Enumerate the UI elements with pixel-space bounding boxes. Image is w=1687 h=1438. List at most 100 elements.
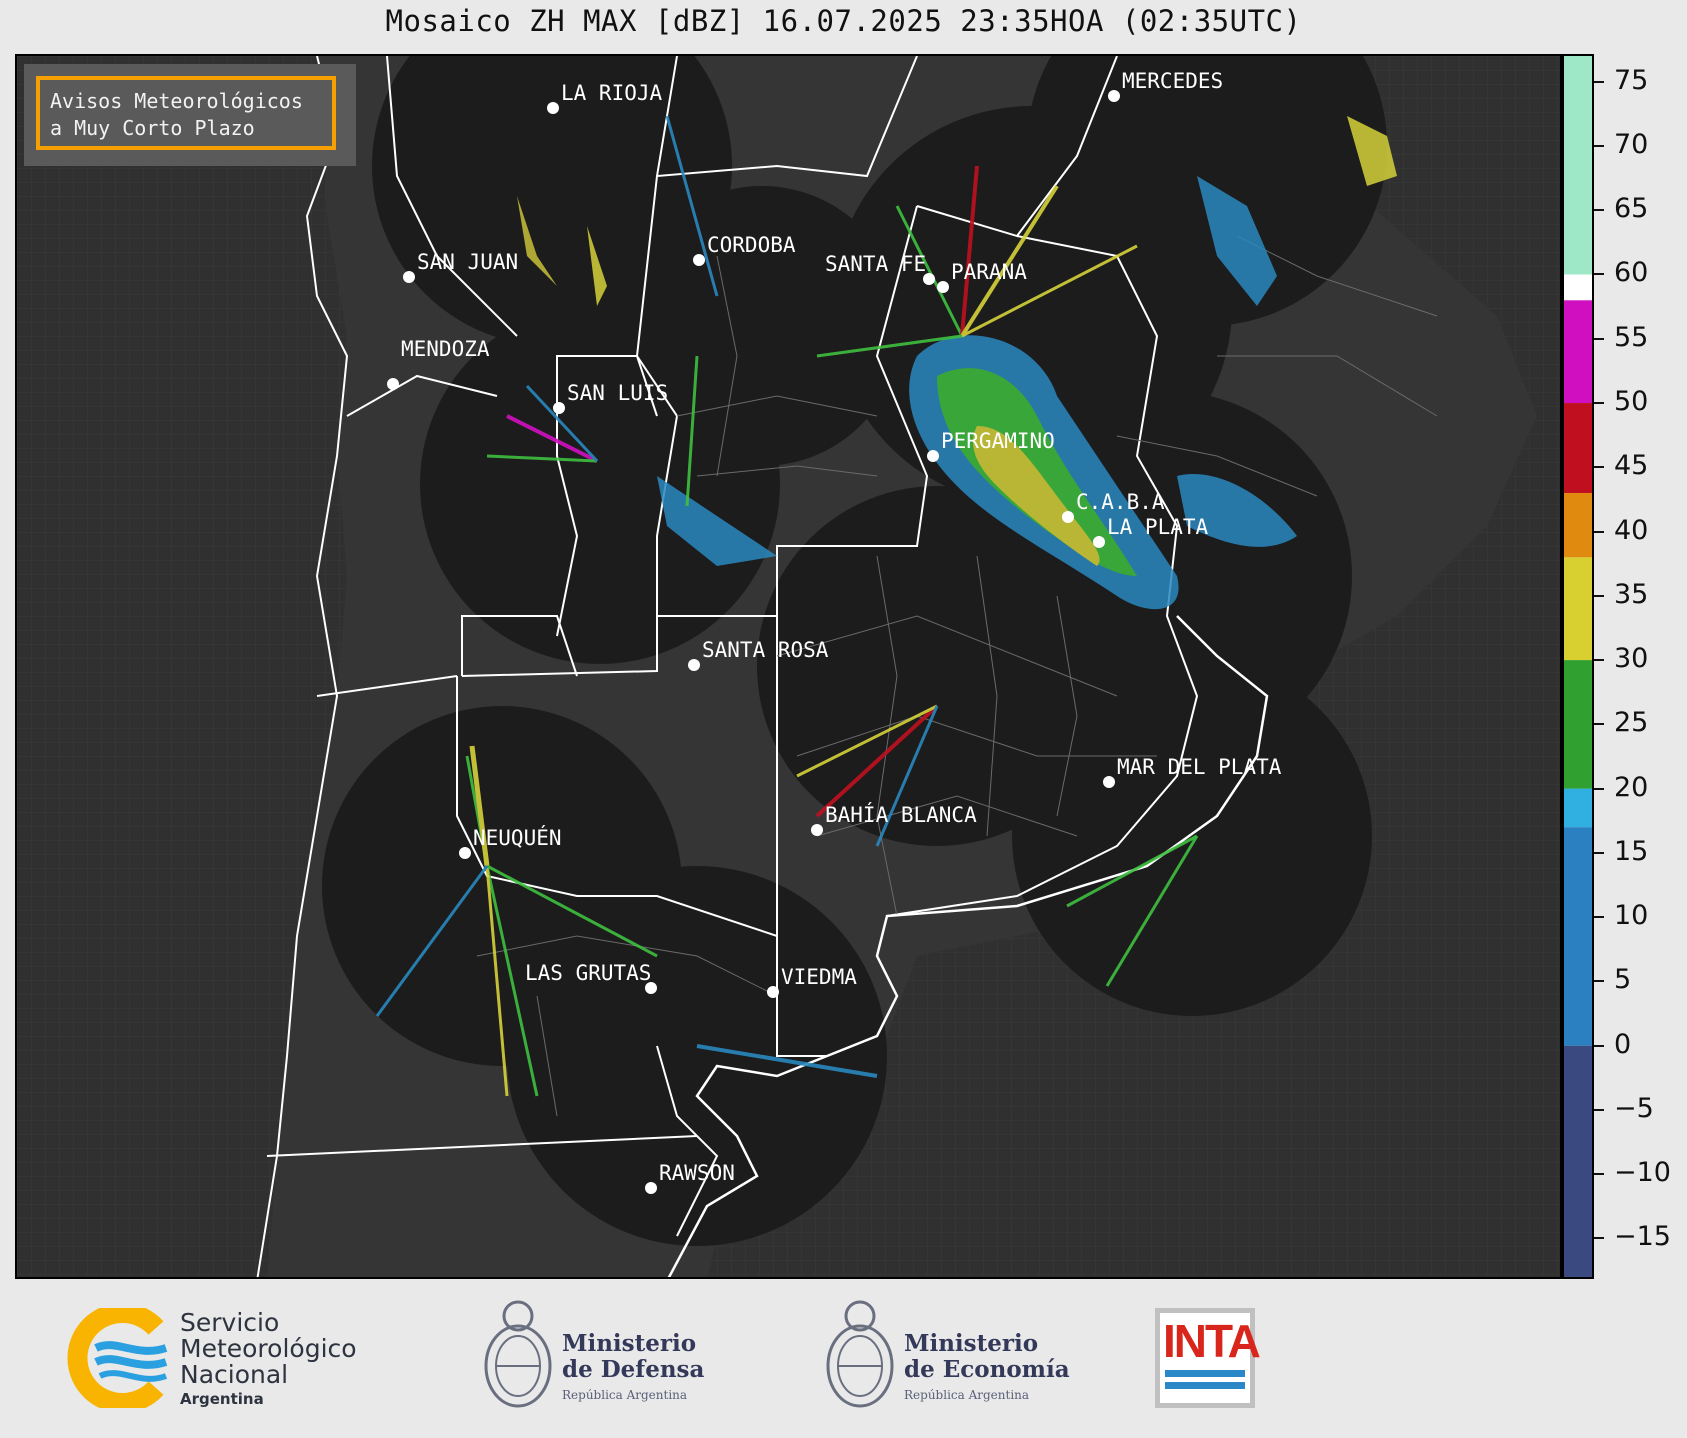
- city-marker-icon: [1108, 90, 1120, 102]
- notice-line-1: Avisos Meteorológicos: [50, 89, 303, 113]
- colorbar-tick-label: 45: [1614, 450, 1649, 482]
- city-label: SANTA ROSA: [702, 638, 829, 662]
- city-label: PARANA: [951, 260, 1027, 284]
- city-marker-icon: [1093, 536, 1105, 548]
- colorbar-tick-mark: [1594, 787, 1604, 790]
- economia-logo[interactable]: Ministerio de Economía República Argenti…: [820, 1294, 1070, 1420]
- colorbar-band: [1564, 660, 1592, 789]
- colorbar-tick-label: −10: [1614, 1157, 1671, 1189]
- city-label: CORDOBA: [707, 233, 796, 257]
- city-marker-icon: [387, 378, 399, 390]
- colorbar-tick-label: −5: [1614, 1092, 1654, 1124]
- inta-logo[interactable]: INTA: [1155, 1308, 1261, 1408]
- colorbar-tick-label: 10: [1614, 900, 1649, 932]
- city-marker-icon: [645, 1182, 657, 1194]
- city-label: MERCEDES: [1122, 69, 1223, 93]
- city-label: SAN JUAN: [417, 250, 518, 274]
- colorbar-tick-mark: [1594, 337, 1604, 340]
- colorbar-tick-mark: [1594, 980, 1604, 983]
- city-marker-icon: [553, 402, 565, 414]
- defensa-line-1: Ministerio: [562, 1330, 697, 1357]
- city-marker-icon: [547, 102, 559, 114]
- city-label: SAN LUIS: [567, 381, 668, 405]
- notice-panel: Avisos Meteorológicos a Muy Corto Plazo: [24, 64, 356, 166]
- colorbar-tick-label: 70: [1614, 128, 1649, 160]
- colorbar-tick-label: 15: [1614, 835, 1649, 867]
- inta-stripe-1: [1165, 1370, 1245, 1377]
- colorbar-band: [1564, 788, 1592, 828]
- city-marker-icon: [688, 659, 700, 671]
- colorbar-tick-mark: [1594, 1044, 1604, 1047]
- notice-line-2: a Muy Corto Plazo: [50, 116, 255, 140]
- radar-map-canvas: LA RIOJA SAN JUAN CORDOBA SANTA FE PARANA MEN…: [17, 56, 1560, 1277]
- colorbar-band: [1564, 1045, 1592, 1277]
- defensa-line-2: de Defensa: [562, 1356, 705, 1383]
- economia-line-2: de Economía: [904, 1356, 1070, 1383]
- colorbar-tick-mark: [1594, 1173, 1604, 1176]
- colorbar-tick-label: 35: [1614, 578, 1649, 610]
- inta-stripe-2: [1165, 1382, 1245, 1389]
- colorbar-band: [1564, 300, 1592, 404]
- footer-logos: Servicio Meteorológico Nacional Argentin…: [0, 1280, 1687, 1438]
- colorbar-tick-mark: [1594, 1108, 1604, 1111]
- defensa-logo[interactable]: Ministerio de Defensa República Argentin…: [478, 1294, 718, 1420]
- colorbar-tick-mark: [1594, 916, 1604, 919]
- city-marker-icon: [1103, 776, 1115, 788]
- smn-line-4: Argentina: [180, 1390, 264, 1408]
- colorbar-gradient: [1564, 56, 1592, 1277]
- city-marker-icon: [811, 824, 823, 836]
- colorbar-tick-label: 20: [1614, 771, 1649, 803]
- city-label: C.A.B.A: [1076, 490, 1165, 514]
- city-marker-icon: [459, 847, 471, 859]
- colorbar-tick-mark: [1594, 1237, 1604, 1240]
- colorbar-tick-mark: [1594, 466, 1604, 469]
- colorbar-tick-label: 65: [1614, 193, 1649, 225]
- colorbar-tick-label: 30: [1614, 643, 1649, 675]
- smn-logo-icon: [67, 1308, 168, 1408]
- smn-line-2: Meteorológico: [180, 1334, 357, 1363]
- city-marker-icon: [693, 254, 705, 266]
- colorbar-tick-label: 60: [1614, 257, 1649, 289]
- colorbar-tick-label: −15: [1614, 1221, 1671, 1253]
- smn-line-3: Nacional: [180, 1360, 289, 1389]
- radar-map[interactable]: LA RIOJA SAN JUAN CORDOBA SANTA FE PARANA MEN…: [15, 54, 1562, 1279]
- colorbar-tick-label: 0: [1614, 1028, 1632, 1060]
- colorbar-tick-mark: [1594, 80, 1604, 83]
- colorbar-tick-mark: [1594, 209, 1604, 212]
- city-label: VIEDMA: [781, 965, 857, 989]
- city-label: RAWSON: [659, 1161, 735, 1185]
- city-label: MAR DEL PLATA: [1117, 755, 1282, 779]
- city-marker-icon: [403, 271, 415, 283]
- city-label: LA PLATA: [1107, 515, 1209, 539]
- city-label: PERGAMINO: [941, 429, 1055, 453]
- colorbar-tick-mark: [1594, 402, 1604, 405]
- city-label: MENDOZA: [401, 337, 490, 361]
- city-label: LAS GRUTAS: [525, 961, 651, 985]
- colorbar-tick-label: 40: [1614, 514, 1649, 546]
- city-marker-icon: [937, 281, 949, 293]
- colorbar-tick-label: 55: [1614, 321, 1649, 353]
- colorbar-tick-mark: [1594, 273, 1604, 276]
- colorbar-tick-mark: [1594, 530, 1604, 533]
- colorbar-band: [1564, 827, 1592, 1046]
- colorbar-tick-mark: [1594, 594, 1604, 597]
- colorbar-tick-label: 25: [1614, 707, 1649, 739]
- notice-label[interactable]: Avisos Meteorológicos a Muy Corto Plazo: [36, 76, 336, 150]
- city-marker-icon: [767, 986, 779, 998]
- smn-logo[interactable]: Servicio Meteorológico Nacional Argentin…: [66, 1308, 396, 1408]
- city-marker-icon: [1062, 511, 1074, 523]
- colorbar-tick-mark: [1594, 144, 1604, 147]
- dbz-colorbar: [1562, 54, 1594, 1279]
- colorbar-band: [1564, 403, 1592, 493]
- city-label: LA RIOJA: [561, 81, 663, 105]
- colorbar-tick-mark: [1594, 851, 1604, 854]
- city-marker-icon: [927, 450, 939, 462]
- map-title: Mosaico ZH MAX [dBZ] 16.07.2025 23:35HOA…: [385, 4, 1302, 38]
- colorbar-tick-label: 5: [1614, 964, 1632, 996]
- economia-line-3: República Argentina: [904, 1388, 1030, 1402]
- defensa-line-3: República Argentina: [562, 1388, 688, 1402]
- smn-line-1: Servicio: [180, 1308, 280, 1337]
- economia-line-1: Ministerio: [904, 1330, 1039, 1357]
- colorbar-band: [1564, 274, 1592, 301]
- city-label: BAHÍA BLANCA: [825, 802, 977, 827]
